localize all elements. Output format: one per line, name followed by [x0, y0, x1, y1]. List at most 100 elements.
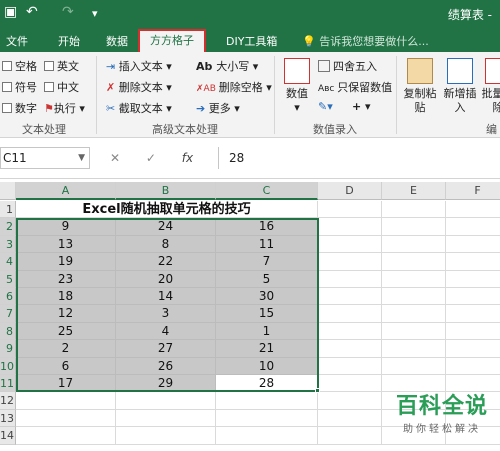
row-header[interactable]: 2 [0, 218, 16, 236]
data-cell[interactable]: 24 [116, 218, 216, 236]
row-header[interactable]: 10 [0, 357, 16, 375]
tab-diy-toolbox[interactable]: DIY工具箱 [226, 31, 277, 52]
row-header[interactable]: 4 [0, 253, 16, 271]
checkbox-space[interactable]: 空格 [2, 58, 37, 74]
data-cell[interactable]: 26 [116, 357, 216, 375]
row-header[interactable]: 1 [0, 201, 16, 219]
empty-cell[interactable] [318, 305, 382, 323]
tell-me-box[interactable]: 💡 告诉我您想要做什么... [302, 31, 429, 52]
checkbox-symbol[interactable]: 符号 [2, 79, 37, 95]
data-cell[interactable]: 12 [16, 305, 116, 323]
data-cell[interactable]: 19 [16, 253, 116, 271]
empty-cell[interactable] [382, 340, 446, 358]
delete-space-button[interactable]: ✗AB 删除空格 ▾ [196, 79, 272, 95]
data-cell[interactable]: 25 [16, 322, 116, 341]
round-button[interactable]: 四舍五入 [318, 58, 377, 74]
empty-cell[interactable] [318, 253, 382, 271]
empty-cell[interactable] [382, 270, 446, 288]
extract-text-button[interactable]: ✂ 截取文本 ▾ [106, 100, 172, 116]
row-header[interactable]: 13 [0, 409, 16, 428]
chevron-down-icon[interactable]: ▼ [78, 148, 85, 168]
data-cell[interactable]: 10 [216, 357, 318, 375]
row-header[interactable]: 3 [0, 235, 16, 254]
column-header-a[interactable]: A [16, 182, 116, 200]
insert-text-button[interactable]: ⇥ 插入文本 ▾ [106, 58, 172, 74]
empty-cell[interactable] [382, 288, 446, 306]
empty-cell[interactable] [116, 409, 216, 428]
empty-cell[interactable] [446, 340, 500, 358]
data-cell[interactable]: 3 [116, 305, 216, 323]
empty-cell[interactable] [116, 392, 216, 410]
empty-cell[interactable] [318, 409, 382, 428]
empty-cell[interactable] [16, 409, 116, 428]
data-cell[interactable]: 5 [216, 270, 318, 288]
empty-cell[interactable] [318, 270, 382, 288]
column-header-e[interactable]: E [382, 182, 446, 200]
sheet-title-cell[interactable]: Excel随机抽取单元格的技巧 [16, 201, 318, 219]
empty-cell[interactable] [382, 201, 446, 219]
data-cell[interactable]: 16 [216, 218, 318, 236]
column-header-c[interactable]: C [216, 182, 318, 200]
empty-cell[interactable] [382, 218, 446, 236]
delete-text-button[interactable]: ✗ 删除文本 ▾ [106, 79, 172, 95]
empty-cell[interactable] [318, 201, 382, 219]
empty-cell[interactable] [116, 427, 216, 445]
insert-function-icon[interactable]: fx [182, 151, 193, 165]
redo-icon[interactable]: ↷ [62, 4, 74, 20]
empty-cell[interactable] [446, 288, 500, 306]
empty-cell[interactable] [16, 427, 116, 445]
empty-cell[interactable] [318, 235, 382, 254]
tab-data[interactable]: 数据 [106, 31, 128, 52]
select-all-corner[interactable] [0, 182, 16, 200]
empty-cell[interactable] [382, 322, 446, 341]
name-box[interactable]: C11 ▼ [0, 147, 90, 169]
more-button[interactable]: ➔ 更多 ▾ [196, 100, 240, 116]
checkbox-chinese[interactable]: 中文 [44, 79, 79, 95]
column-header-b[interactable]: B [116, 182, 216, 200]
data-cell[interactable]: 27 [116, 340, 216, 358]
data-cell[interactable]: 1 [216, 322, 318, 341]
execute-button[interactable]: ⚑执行 ▾ [44, 100, 85, 116]
column-header-d[interactable]: D [318, 182, 382, 200]
data-cell[interactable]: 29 [116, 375, 216, 393]
data-cell[interactable]: 6 [16, 357, 116, 375]
numeric-button[interactable]: 数值 ▾ [282, 58, 312, 115]
checkbox-english[interactable]: 英文 [44, 58, 79, 74]
row-header[interactable]: 7 [0, 305, 16, 323]
empty-cell[interactable] [382, 235, 446, 254]
fill-handle[interactable] [315, 388, 320, 393]
empty-cell[interactable] [318, 357, 382, 375]
cancel-icon[interactable]: ✕ [110, 151, 120, 165]
copy-paste-button[interactable]: 复制粘贴 [402, 58, 438, 115]
row-header[interactable]: 6 [0, 288, 16, 306]
add-insert-button[interactable]: 新增插入 [442, 58, 478, 115]
row-header[interactable]: 9 [0, 340, 16, 358]
empty-cell[interactable] [216, 427, 318, 445]
plus-dropdown-button[interactable]: + ▾ [352, 100, 371, 113]
data-cell[interactable]: 22 [116, 253, 216, 271]
data-cell[interactable]: 8 [116, 235, 216, 254]
data-cell[interactable]: 23 [16, 270, 116, 288]
checkbox-number[interactable]: 数字 [2, 100, 37, 116]
empty-cell[interactable] [446, 253, 500, 271]
row-header[interactable]: 14 [0, 427, 16, 445]
empty-cell[interactable] [216, 409, 318, 428]
data-cell[interactable]: 7 [216, 253, 318, 271]
row-header[interactable]: 5 [0, 270, 16, 288]
empty-cell[interactable] [446, 271, 500, 288]
active-cell[interactable]: 28 [216, 375, 318, 393]
empty-cell[interactable] [318, 427, 382, 445]
save-icon[interactable]: ▣ [4, 4, 17, 20]
data-cell[interactable]: 17 [16, 375, 116, 393]
empty-cell[interactable] [382, 357, 446, 375]
data-cell[interactable]: 30 [216, 288, 318, 306]
batch-delete-button[interactable]: 批量删除 [480, 58, 500, 115]
empty-cell[interactable] [318, 218, 382, 236]
empty-cell[interactable] [16, 392, 116, 410]
enter-icon[interactable]: ✓ [146, 151, 156, 165]
empty-cell[interactable] [446, 218, 500, 236]
empty-cell[interactable] [318, 288, 382, 306]
data-cell[interactable]: 9 [16, 218, 116, 236]
empty-cell[interactable] [446, 323, 500, 341]
empty-cell[interactable] [318, 340, 382, 358]
